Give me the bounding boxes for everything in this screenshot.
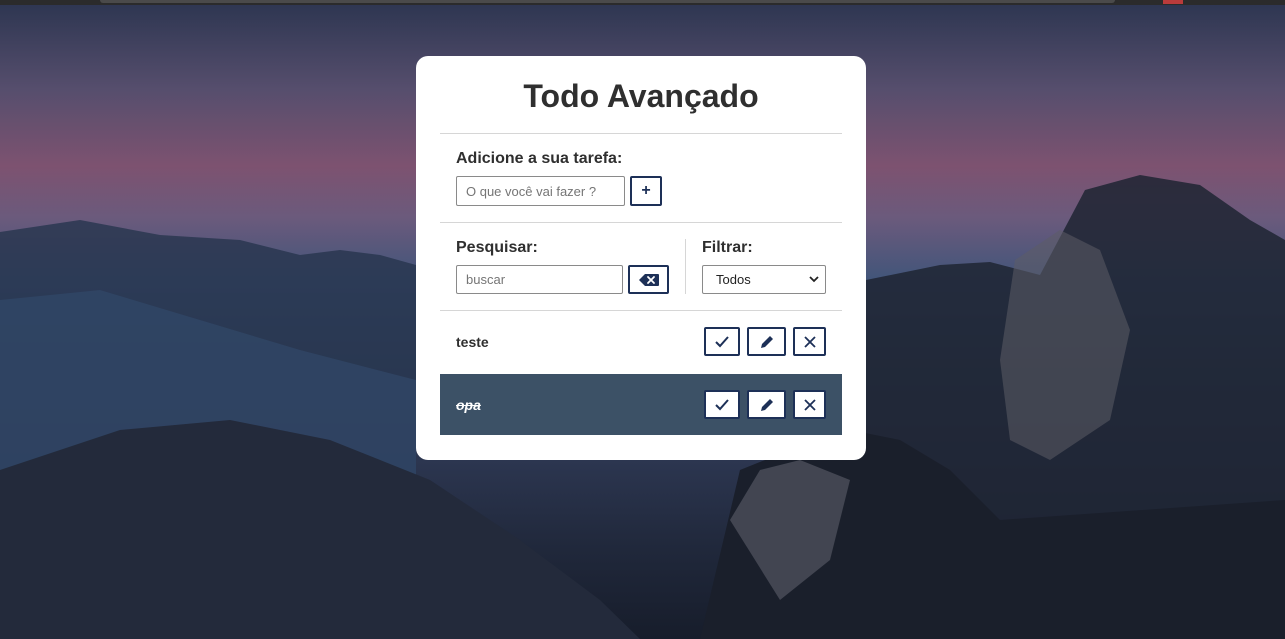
todo-item: teste — [440, 311, 842, 372]
extension-icon[interactable] — [1163, 0, 1183, 4]
x-icon — [803, 398, 816, 411]
browser-top-bar — [0, 0, 1285, 5]
divider — [440, 222, 842, 223]
section-separator — [685, 239, 686, 294]
remove-todo-button[interactable] — [793, 390, 826, 419]
check-icon — [715, 398, 729, 410]
search-label: Pesquisar: — [456, 239, 538, 256]
filter-label: Filtrar: — [702, 239, 753, 256]
todo-text: opa — [456, 397, 481, 413]
browser-tab-strip — [100, 0, 1115, 3]
page-title: Todo Avançado — [523, 78, 759, 114]
todo-item-done: opa — [440, 374, 842, 435]
remove-todo-button[interactable] — [793, 327, 826, 356]
add-task-label: Adicione a sua tarefa: — [456, 150, 623, 167]
complete-todo-button[interactable] — [704, 390, 740, 419]
todo-text: teste — [456, 334, 489, 350]
check-icon — [715, 335, 729, 347]
todo-card: Todo Avançado Adicione a sua tarefa: + P… — [416, 56, 866, 460]
add-task-button[interactable]: + — [630, 176, 662, 206]
search-input[interactable] — [456, 265, 623, 294]
complete-todo-button[interactable] — [704, 327, 740, 356]
chevron-down-icon — [809, 276, 819, 283]
x-icon — [803, 335, 816, 348]
edit-todo-button[interactable] — [747, 390, 786, 419]
filter-selected-value: Todos — [716, 272, 751, 287]
plus-icon: + — [641, 182, 651, 199]
clear-search-button[interactable] — [628, 265, 669, 294]
backspace-icon — [638, 273, 659, 286]
divider — [440, 133, 842, 134]
pencil-icon — [760, 335, 773, 348]
edit-todo-button[interactable] — [747, 327, 786, 356]
pencil-icon — [760, 398, 773, 411]
add-task-input[interactable] — [456, 176, 625, 206]
filter-select[interactable]: Todos — [702, 265, 826, 294]
